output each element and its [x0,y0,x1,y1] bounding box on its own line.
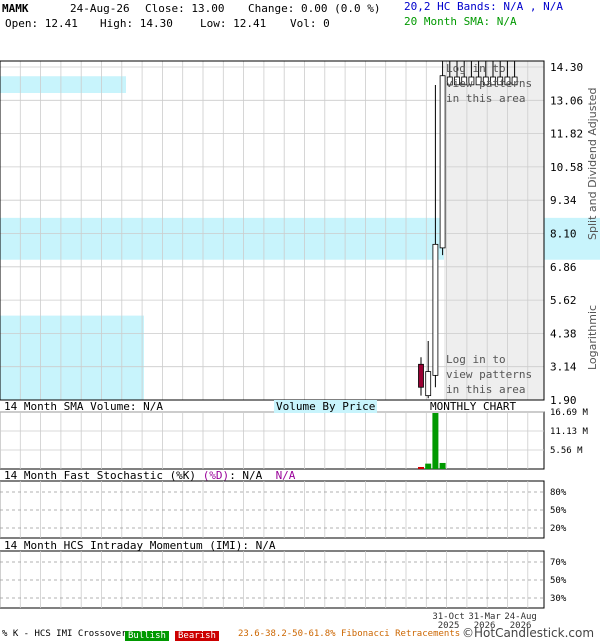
stoch-tick-label: 50% [550,506,567,516]
imi-tick-label: 50% [550,576,567,586]
vbp-label: Volume By Price [274,400,378,413]
stoch-tick-label: 80% [550,488,567,498]
stoch-d-label: (%D) [202,469,230,482]
price-tick-label: 9.34 [550,194,577,207]
patterns-login-line3: in this area [446,92,526,105]
stochastic-panel-title: 14 Month Fast Stochastic (%K) (%D): N/A … [4,469,295,482]
stoch-value: : N/A [229,469,263,482]
volume-tick-label: 16.69 M [550,408,589,418]
log-label: Logarithmic [586,304,599,370]
candle-body [418,363,424,388]
price-tick-label: 13.06 [550,94,583,107]
volume-tick-label: 5.56 M [550,446,583,456]
imi-panel-title: 14 Month HCS Intraday Momentum (IMI): N/… [4,539,276,552]
patterns-login-line1-b: Log in to [446,353,506,366]
price-tick-label: 14.30 [550,61,583,74]
volume-bar [439,462,446,469]
price-panel [0,60,600,401]
patterns-login-bottom[interactable]: Log in to view patterns in this area [446,352,532,397]
patterns-login-line1: Log in to [446,62,506,75]
price-tick-label: 10.58 [550,161,583,174]
volume-tick-label: 11.13 M [550,427,589,437]
stoch-k-label: 14 Month Fast Stochastic (%K) [4,469,203,482]
price-tick-label: 6.86 [550,261,577,274]
adjusted-label: Split and Dividend Adjusted [586,87,599,240]
candle-body [432,243,439,376]
volume-panel-title: 14 Month SMA Volume: N/A [4,400,163,413]
patterns-login-line3-b: in this area [446,383,526,396]
price-tick-label: 3.14 [550,361,577,374]
vbp-bar [0,76,126,93]
brand-logo[interactable]: ©HotCandlestick.com [462,626,594,640]
fibonacci-legend: 23.6-38.2-50-61.8% Fibonacci Retracement… [238,629,461,639]
volume-bar [425,463,432,469]
price-tick-label: 1.90 [550,394,577,407]
monthly-chart-label: MONTHLY CHART [430,400,517,413]
patterns-login-line2-b: view patterns [446,368,533,381]
imi-tick-label: 30% [550,594,567,604]
stoch-tick-label: 20% [550,524,567,534]
imi-panel [0,550,545,609]
volume-panel [0,411,545,470]
crossover-legend: % K - HCS IMI Crossover, [2,629,133,639]
price-tick-label: 4.38 [550,327,577,340]
stoch-d-value: N/A [275,469,296,482]
price-tick-label: 11.82 [550,128,583,141]
patterns-login-line2: view patterns [446,77,533,90]
price-tick-label: 5.62 [550,294,577,307]
pattern-shade-area [444,61,544,400]
candle-body [439,75,446,249]
stochastic-panel [0,480,545,539]
bullish-legend: Bullish [125,628,169,641]
candle-body [425,371,432,397]
price-tick-label: 8.10 [550,228,577,241]
axis-labels: 14.30 13.06 11.82 10.58 9.34 8.10 6.86 5.62 4.38… [550,61,589,604]
vbp-bar [0,315,144,400]
patterns-login-top[interactable]: Log in to view patterns in this area [446,61,532,106]
bearish-legend: Bearish [175,628,219,641]
volume-bar [418,466,424,469]
imi-tick-label: 70% [550,558,567,568]
volume-bar [432,413,439,469]
